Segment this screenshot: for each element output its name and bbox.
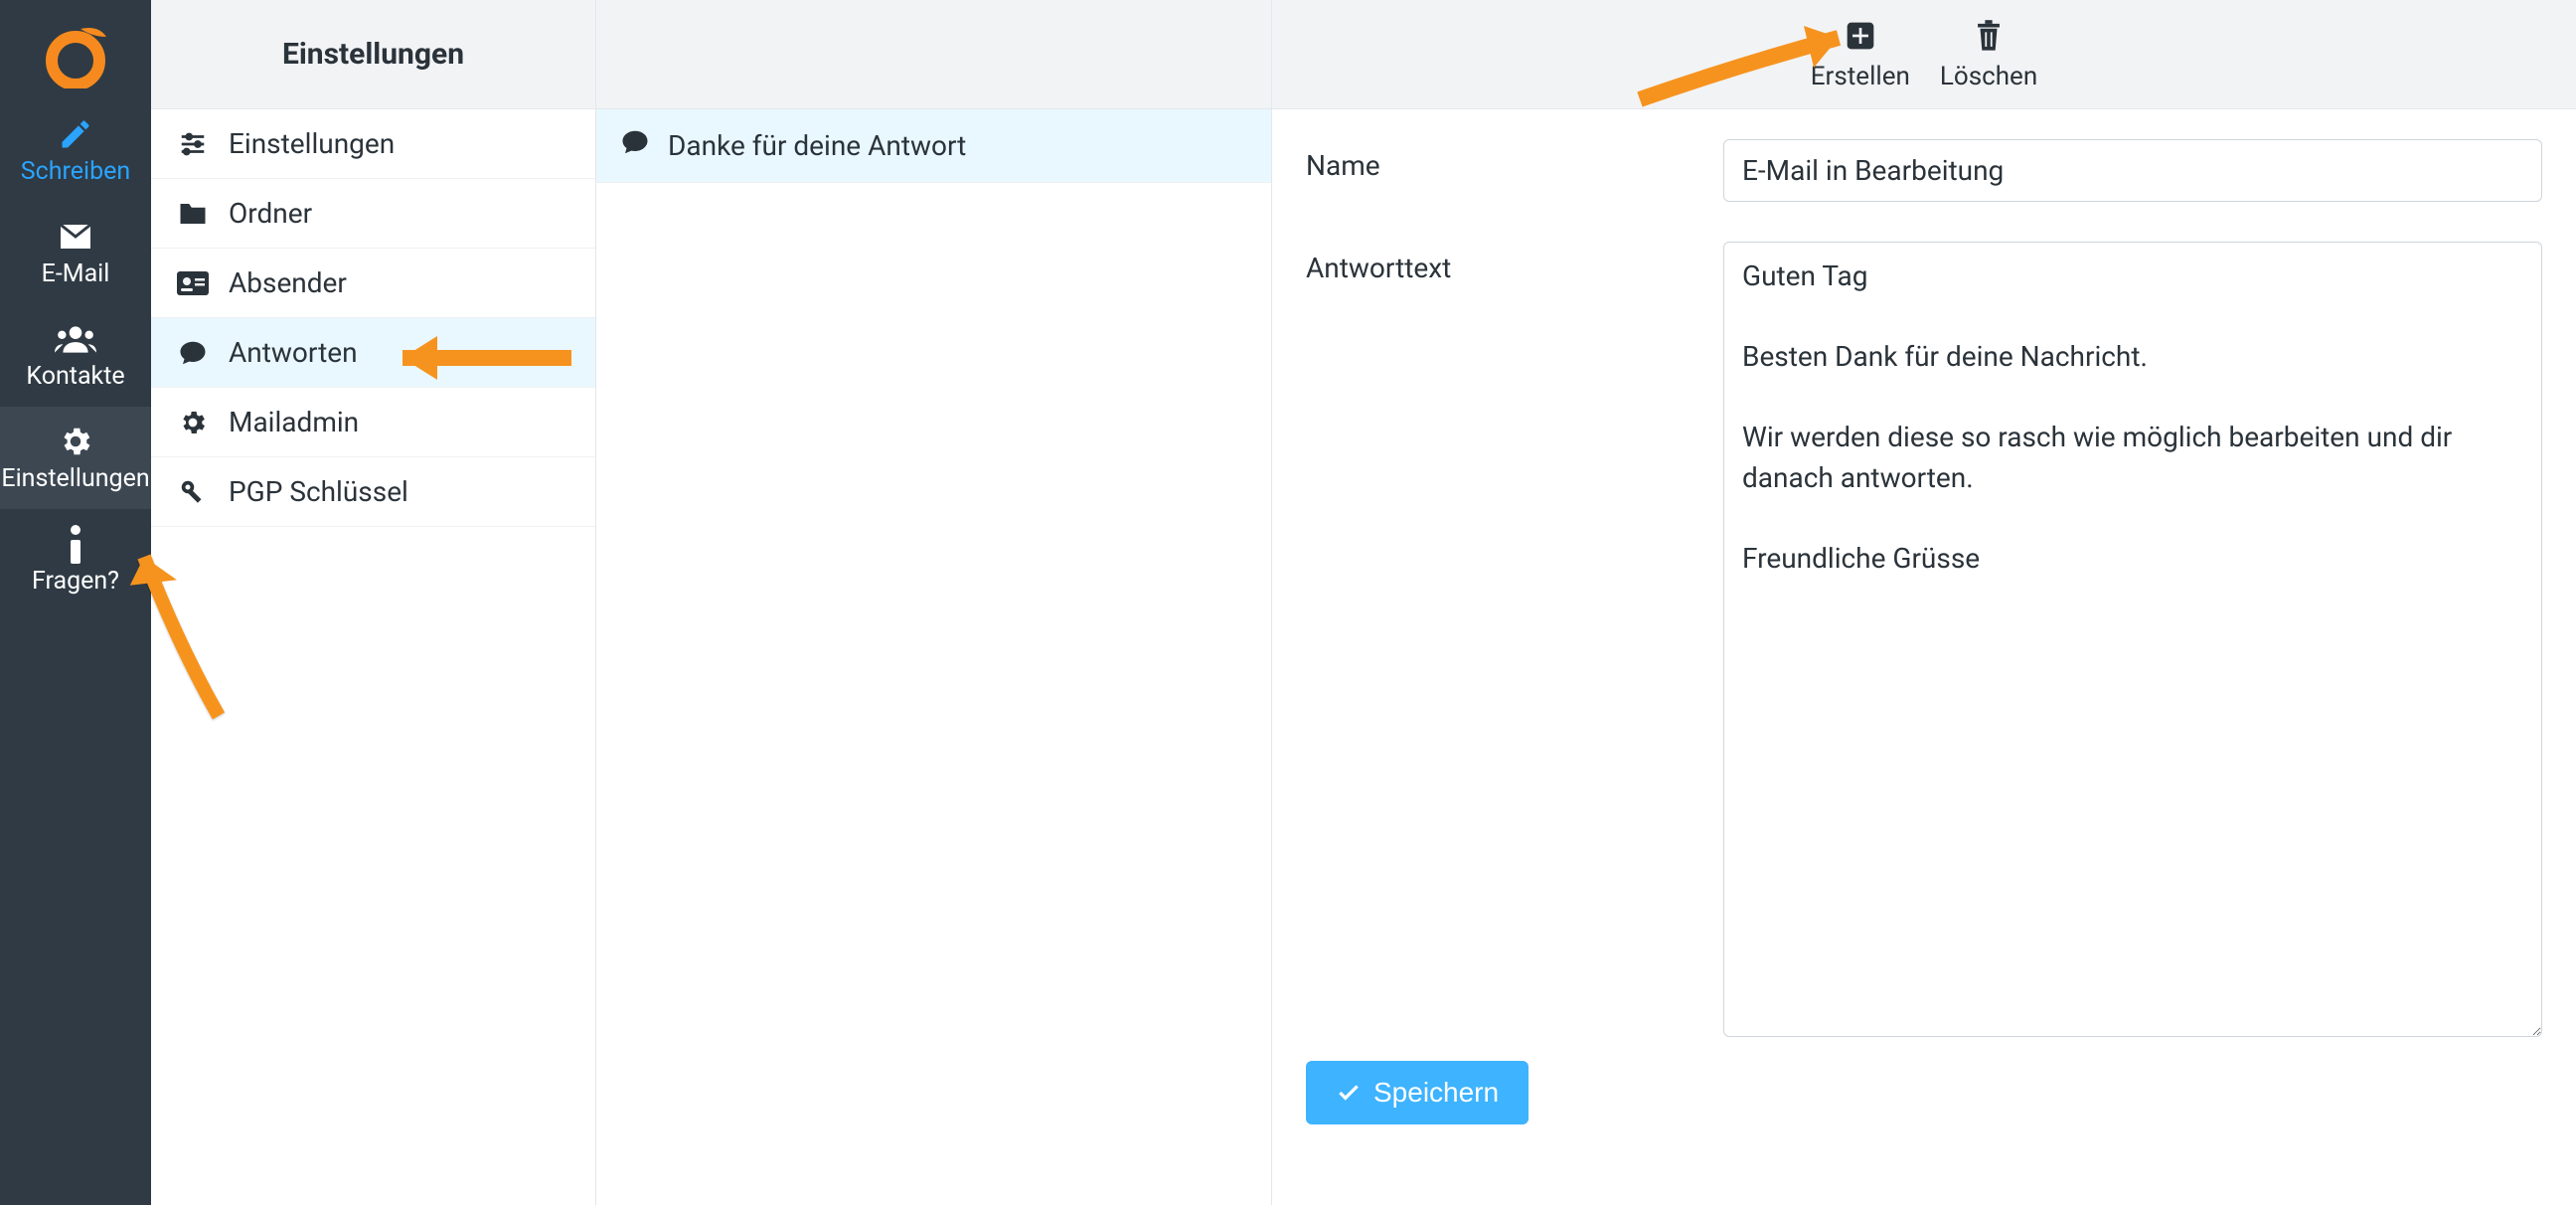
form-row-body: Antworttext	[1306, 242, 2542, 1041]
nav-help-label: Fragen?	[32, 569, 119, 594]
create-button[interactable]: Erstellen	[1811, 18, 1910, 91]
settings-item-label: Einstellungen	[229, 127, 395, 160]
response-item-label: Danke für deine Antwort	[668, 129, 966, 162]
create-button-label: Erstellen	[1811, 62, 1910, 91]
settings-header: Einstellungen	[151, 0, 595, 109]
nav-settings[interactable]: Einstellungen	[0, 407, 151, 509]
folder-icon	[175, 201, 211, 227]
mail-icon	[58, 222, 93, 252]
info-icon	[66, 524, 85, 564]
delete-button[interactable]: Löschen	[1940, 18, 2037, 91]
settings-panel: Einstellungen Einstellungen Ordner	[151, 0, 596, 1205]
nav-settings-label: Einstellungen	[1, 466, 149, 491]
settings-item-responses[interactable]: Antworten	[151, 318, 595, 388]
name-input[interactable]	[1723, 139, 2542, 202]
editor-toolbar: Erstellen Löschen	[1272, 0, 2576, 109]
nav-contacts[interactable]: Kontakte	[0, 304, 151, 407]
body-textarea[interactable]	[1723, 242, 2542, 1037]
responses-header-blank	[596, 0, 1271, 109]
contacts-icon	[55, 323, 96, 355]
orange-logo-icon	[41, 19, 110, 88]
main-sidebar: Schreiben E-Mail Kontakte	[0, 0, 151, 1205]
nav-compose-label: Schreiben	[21, 159, 130, 184]
settings-item-label: Mailadmin	[229, 406, 359, 438]
settings-item-label: PGP Schlüssel	[229, 475, 408, 508]
compose-icon	[58, 116, 93, 152]
gear-icon	[58, 424, 93, 459]
settings-list: Einstellungen Ordner Absender	[151, 109, 595, 527]
nav-mail[interactable]: E-Mail	[0, 202, 151, 304]
name-label: Name	[1306, 139, 1703, 182]
settings-item-label: Antworten	[229, 336, 358, 369]
nav-mail-label: E-Mail	[42, 261, 110, 286]
id-card-icon	[175, 271, 211, 295]
responses-panel: Danke für deine Antwort	[596, 0, 1272, 1205]
response-form: Name Antworttext	[1272, 109, 2576, 1071]
response-list-item[interactable]: Danke für deine Antwort	[596, 109, 1271, 183]
speech-bubble-icon	[175, 338, 211, 368]
nav-contacts-label: Kontakte	[26, 364, 124, 389]
save-button-label: Speichern	[1373, 1077, 1499, 1109]
body-label: Antworttext	[1306, 242, 1703, 284]
editor-panel: Erstellen Löschen Name Antworttex	[1272, 0, 2576, 1205]
settings-item-label: Ordner	[229, 197, 312, 230]
settings-item-identities[interactable]: Absender	[151, 249, 595, 318]
settings-item-mailadmin[interactable]: Mailadmin	[151, 388, 595, 457]
nav-compose[interactable]: Schreiben	[0, 99, 151, 202]
settings-item-folders[interactable]: Ordner	[151, 179, 595, 249]
settings-item-label: Absender	[229, 266, 347, 299]
trash-icon	[1974, 19, 2004, 53]
settings-item-preferences[interactable]: Einstellungen	[151, 109, 595, 179]
plus-square-icon	[1845, 20, 1876, 52]
save-button[interactable]: Speichern	[1306, 1061, 1529, 1124]
app-logo	[0, 8, 151, 99]
check-icon	[1336, 1080, 1362, 1106]
form-row-name: Name	[1306, 139, 2542, 202]
nav-help[interactable]: Fragen?	[0, 509, 151, 611]
sliders-icon	[175, 129, 211, 159]
key-icon	[175, 477, 211, 507]
speech-bubble-icon	[620, 127, 650, 164]
gear-icon	[175, 408, 211, 437]
settings-item-pgp[interactable]: PGP Schlüssel	[151, 457, 595, 527]
delete-button-label: Löschen	[1940, 62, 2037, 91]
